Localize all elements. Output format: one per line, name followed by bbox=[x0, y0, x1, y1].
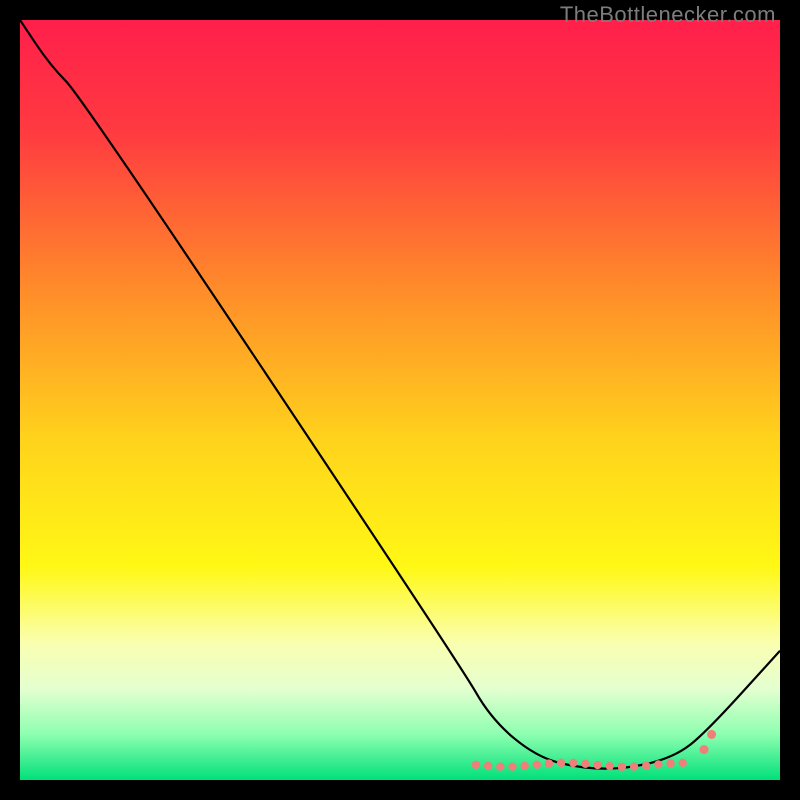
chart-svg bbox=[20, 20, 780, 780]
gradient-background bbox=[20, 20, 780, 780]
watermark-text: TheBottlenecker.com bbox=[560, 2, 776, 28]
